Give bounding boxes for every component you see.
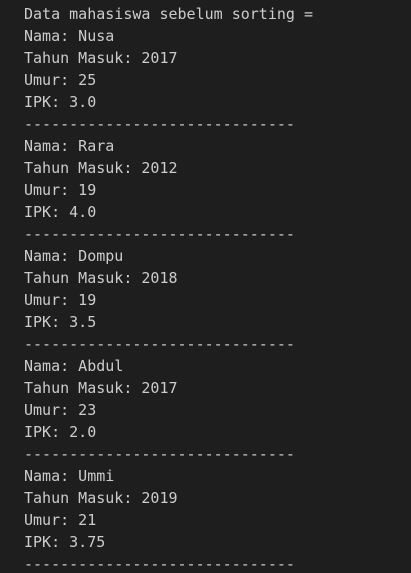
student-age: Umur: 21 xyxy=(24,511,97,529)
student-gpa: IPK: 3.0 xyxy=(24,93,97,111)
student-age: Umur: 19 xyxy=(24,291,97,309)
student-entry-year: Tahun Masuk: 2012 xyxy=(24,159,178,177)
separator-line: ------------------------------ xyxy=(24,335,295,353)
terminal-output[interactable]: Data mahasiswa sebelum sorting = Nama: N… xyxy=(0,0,411,573)
student-entry-year: Tahun Masuk: 2018 xyxy=(24,269,178,287)
separator-line: ------------------------------ xyxy=(24,445,295,463)
student-entry-year: Tahun Masuk: 2017 xyxy=(24,49,178,67)
student-age: Umur: 19 xyxy=(24,181,97,199)
student-name: Nama: Ummi xyxy=(24,467,115,485)
student-gpa: IPK: 3.5 xyxy=(24,313,97,331)
student-name: Nama: Dompu xyxy=(24,247,124,265)
student-entry-year: Tahun Masuk: 2017 xyxy=(24,379,178,397)
student-entry-year: Tahun Masuk: 2019 xyxy=(24,489,178,507)
output-heading: Data mahasiswa sebelum sorting = xyxy=(24,5,313,23)
separator-line: ------------------------------ xyxy=(24,555,295,573)
student-gpa: IPK: 4.0 xyxy=(24,203,97,221)
student-gpa: IPK: 3.75 xyxy=(24,533,106,551)
student-gpa: IPK: 2.0 xyxy=(24,423,97,441)
student-name: Nama: Nusa xyxy=(24,27,115,45)
student-age: Umur: 23 xyxy=(24,401,97,419)
student-age: Umur: 25 xyxy=(24,71,97,89)
student-name: Nama: Rara xyxy=(24,137,115,155)
separator-line: ------------------------------ xyxy=(24,225,295,243)
separator-line: ------------------------------ xyxy=(24,115,295,133)
student-name: Nama: Abdul xyxy=(24,357,124,375)
